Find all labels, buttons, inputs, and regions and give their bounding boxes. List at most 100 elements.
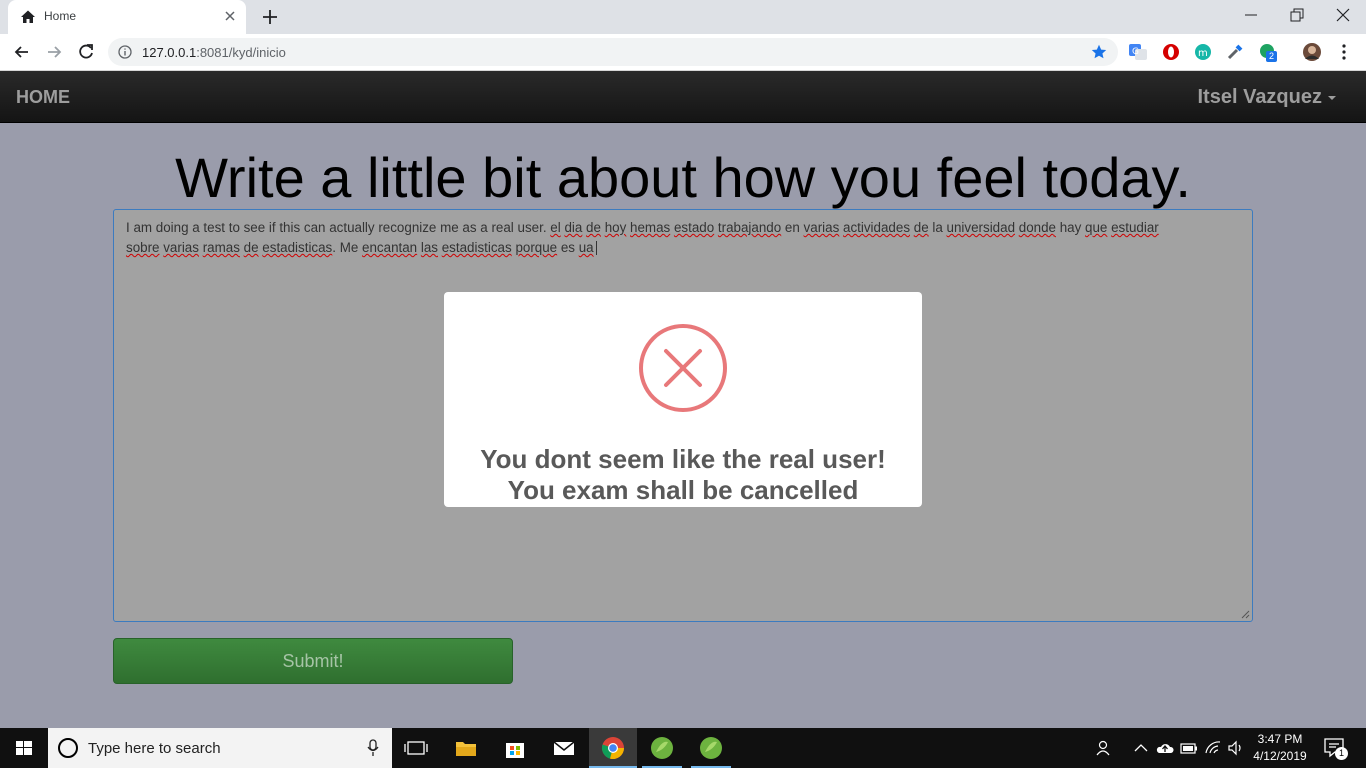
volume-icon[interactable] (1226, 738, 1246, 758)
clock-date: 4/12/2019 (1253, 749, 1307, 763)
text-segment: I am doing a test to see if this can act… (126, 220, 551, 235)
minimize-icon (1245, 14, 1257, 16)
star-icon[interactable] (1090, 43, 1108, 61)
profile-avatar[interactable] (1302, 42, 1322, 62)
reload-icon[interactable] (76, 42, 96, 62)
misspelled-word: encantan (362, 240, 418, 255)
submit-button[interactable]: Submit! (113, 638, 513, 684)
battery-icon[interactable] (1179, 738, 1199, 758)
file-explorer-button[interactable] (442, 728, 490, 768)
back-icon[interactable] (12, 42, 32, 62)
address-bar[interactable]: 127.0.0.1:8081/kyd/inicio (108, 38, 1118, 66)
close-icon[interactable] (222, 8, 238, 24)
nav-home-link[interactable]: HOME (16, 87, 70, 108)
taskbar-search-box[interactable]: Type here to search (48, 728, 392, 768)
site-navbar: HOME Itsel Vazquez (0, 71, 1366, 123)
spring-tool-icon (651, 737, 673, 759)
spring-tool-icon-2 (700, 737, 722, 759)
people-icon[interactable] (1095, 738, 1115, 758)
wifi-icon[interactable] (1203, 738, 1223, 758)
eyedropper-icon[interactable] (1225, 42, 1245, 62)
minimize-button[interactable] (1228, 0, 1274, 30)
text-segment: en (781, 220, 804, 235)
misspelled-word: estudiar (1111, 220, 1159, 235)
action-center-button[interactable]: 1 (1322, 736, 1348, 760)
notification-count: 1 (1335, 747, 1348, 760)
misspelled-word: varias (163, 240, 199, 255)
text-segment: hay (1056, 220, 1086, 235)
green-extension-icon[interactable]: 2 (1258, 42, 1278, 62)
misspelled-word: de (586, 220, 601, 235)
svg-text:m: m (1198, 48, 1208, 59)
misspelled-word: que (1085, 220, 1108, 235)
misspelled-word: hoy (604, 220, 627, 235)
info-icon[interactable] (118, 45, 132, 59)
home-icon (21, 10, 35, 23)
translate-icon[interactable]: G (1128, 42, 1148, 62)
spring-tool-button[interactable] (638, 728, 686, 768)
windows-taskbar: Type here to search 3:47 PM 4/12/2019 1 (0, 728, 1366, 768)
url-host: 127.0.0.1 (142, 45, 197, 60)
clock-time: 3:47 PM (1257, 732, 1303, 746)
mail-icon (553, 741, 575, 755)
misspelled-word: estado (673, 220, 715, 235)
user-menu[interactable]: Itsel Vazquez (1197, 86, 1336, 109)
forward-icon[interactable] (44, 42, 64, 62)
chrome-button[interactable] (589, 728, 637, 768)
caret-down-icon (1328, 95, 1336, 100)
misspelled-word: dia (564, 220, 583, 235)
restore-button[interactable] (1274, 0, 1320, 30)
browser-tab-home[interactable]: Home (8, 0, 246, 34)
taskbar-clock[interactable]: 3:47 PM 4/12/2019 (1246, 731, 1314, 765)
cortana-icon (58, 738, 78, 758)
alert-line-1: You dont seem like the real user! (480, 444, 886, 474)
misspelled-word: universidad (946, 220, 1016, 235)
user-name: Itsel Vazquez (1197, 86, 1323, 108)
svg-text:G: G (1132, 47, 1139, 57)
misspelled-word: el (550, 220, 561, 235)
misspelled-word: ua (578, 240, 594, 255)
chrome-icon (601, 737, 624, 760)
misspelled-word: las (420, 240, 438, 255)
page-heading: Write a little bit about how you feel to… (175, 146, 1191, 209)
file-explorer-icon (456, 742, 476, 756)
url-text: 127.0.0.1:8081/kyd/inicio (142, 45, 286, 60)
textarea-line-1: I am doing a test to see if this can act… (126, 218, 1240, 238)
menu-icon[interactable] (1334, 42, 1354, 62)
close-window-icon (1336, 8, 1350, 22)
misspelled-word: hemas (630, 220, 671, 235)
restore-icon (1290, 8, 1304, 22)
misspelled-word: ramas (202, 240, 240, 255)
misspelled-word: estadisticas (441, 240, 512, 255)
misspelled-word: de (243, 240, 259, 255)
misspelled-word: donde (1018, 220, 1056, 235)
error-x-icon (639, 324, 727, 412)
url-path: :8081/kyd/inicio (196, 45, 286, 60)
misspelled-word: porque (515, 240, 558, 255)
windows-start-icon[interactable] (0, 728, 48, 768)
plus-icon[interactable] (260, 7, 280, 27)
opera-icon[interactable] (1161, 42, 1181, 62)
spring-tool-button-2[interactable] (687, 728, 735, 768)
chevron-up-icon[interactable] (1131, 738, 1151, 758)
microphone-icon[interactable] (366, 739, 380, 757)
search-placeholder: Type here to search (88, 740, 221, 757)
window-close-button[interactable] (1320, 0, 1366, 30)
task-view-icon (404, 741, 428, 755)
misspelled-word: trabajando (717, 220, 782, 235)
text-segment: la (928, 220, 947, 235)
text-segment: es (557, 240, 579, 255)
onedrive-icon[interactable] (1155, 738, 1175, 758)
browser-tabstrip: Home (0, 0, 1366, 34)
mail-button[interactable] (540, 728, 588, 768)
text-cursor (595, 241, 597, 256)
misspelled-word: sobre (126, 240, 160, 255)
m-extension-icon[interactable]: m (1193, 42, 1213, 62)
misspelled-word: varias (803, 220, 840, 235)
task-view-button[interactable] (392, 728, 440, 768)
textarea-line-2: sobre varias ramas de estadisticas. Me e… (126, 238, 1240, 258)
alert-line-2: You exam shall be cancelled (507, 475, 859, 505)
store-icon (506, 743, 524, 758)
store-button[interactable] (491, 728, 539, 768)
resize-handle-icon[interactable] (1240, 609, 1250, 619)
